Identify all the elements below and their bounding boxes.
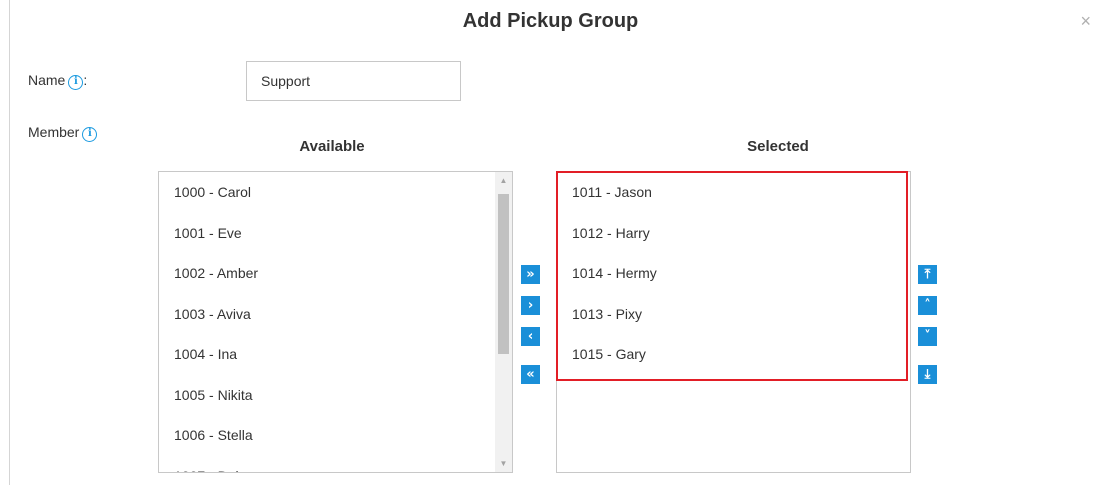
- remove-all-button[interactable]: «: [521, 365, 540, 384]
- list-item[interactable]: 1005 - Nikita: [159, 375, 512, 416]
- move-top-button[interactable]: ⤒: [918, 265, 937, 284]
- name-label-row: Name i:: [28, 72, 87, 90]
- list-item[interactable]: 1006 - Stella: [159, 415, 512, 456]
- remove-button[interactable]: ‹: [521, 327, 540, 346]
- list-item[interactable]: 1012 - Harry: [557, 213, 910, 254]
- close-icon[interactable]: ×: [1080, 12, 1091, 30]
- list-item[interactable]: 1003 - Aviva: [159, 294, 512, 335]
- list-item[interactable]: 1007 - Daisy: [159, 456, 512, 473]
- scroll-up-icon[interactable]: ▲: [495, 172, 512, 189]
- info-icon[interactable]: i: [82, 127, 98, 142]
- move-down-button[interactable]: ˅: [918, 327, 937, 346]
- move-bottom-button[interactable]: ⤓: [918, 365, 937, 384]
- add-button[interactable]: ›: [521, 296, 540, 315]
- dialog-border: [9, 0, 10, 485]
- scroll-thumb[interactable]: [498, 194, 509, 354]
- name-label-suffix: :: [83, 72, 88, 88]
- add-all-button[interactable]: »: [521, 265, 540, 284]
- list-item[interactable]: 1015 - Gary: [557, 334, 910, 375]
- list-item[interactable]: 1013 - Pixy: [557, 294, 910, 335]
- list-item[interactable]: 1002 - Amber: [159, 253, 512, 294]
- member-label-row: Member i: [28, 124, 98, 142]
- info-icon[interactable]: i: [68, 75, 84, 90]
- available-header: Available: [299, 138, 365, 155]
- available-list-items: 1000 - Carol 1001 - Eve 1002 - Amber 100…: [159, 172, 512, 473]
- name-input[interactable]: [246, 61, 461, 101]
- move-up-button[interactable]: ˄: [918, 296, 937, 315]
- name-label: Name: [28, 72, 66, 88]
- list-item[interactable]: 1001 - Eve: [159, 213, 512, 254]
- list-item[interactable]: 1011 - Jason: [557, 172, 910, 213]
- selected-header: Selected: [747, 138, 809, 155]
- available-scrollbar[interactable]: ▲ ▼: [495, 172, 512, 472]
- list-item[interactable]: 1014 - Hermy: [557, 253, 910, 294]
- list-item[interactable]: 1004 - Ina: [159, 334, 512, 375]
- selected-list[interactable]: 1011 - Jason 1012 - Harry 1014 - Hermy 1…: [556, 171, 911, 473]
- list-item[interactable]: 1000 - Carol: [159, 172, 512, 213]
- add-pickup-group-dialog: Add Pickup Group × Namei: Memberi Availa…: [0, 0, 1101, 485]
- available-list[interactable]: 1000 - Carol 1001 - Eve 1002 - Amber 100…: [158, 171, 513, 473]
- member-label: Member: [28, 124, 80, 140]
- dialog-title: Add Pickup Group: [462, 10, 639, 32]
- scroll-down-icon[interactable]: ▼: [495, 455, 512, 472]
